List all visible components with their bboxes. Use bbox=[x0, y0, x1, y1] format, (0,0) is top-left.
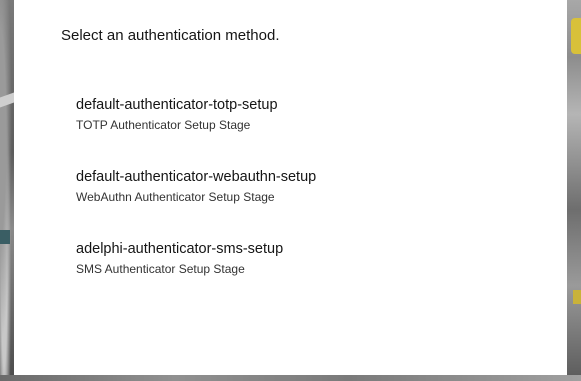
method-description: SMS Authenticator Setup Stage bbox=[76, 262, 245, 276]
method-description: WebAuthn Authenticator Setup Stage bbox=[76, 190, 275, 204]
background-pipe-highlight bbox=[0, 92, 14, 108]
method-option-totp[interactable]: default-authenticator-totp-setup TOTP Au… bbox=[76, 96, 536, 168]
background-image-right bbox=[567, 0, 581, 381]
authentication-method-dialog: Select an authentication method. default… bbox=[14, 0, 567, 375]
background-yellow-accent bbox=[571, 18, 581, 54]
background-image-bottom bbox=[0, 375, 581, 381]
method-name: default-authenticator-webauthn-setup bbox=[76, 169, 317, 185]
method-description: TOTP Authenticator Setup Stage bbox=[76, 118, 251, 132]
authentication-method-list: default-authenticator-totp-setup TOTP Au… bbox=[76, 96, 536, 312]
method-name: adelphi-authenticator-sms-setup bbox=[76, 241, 284, 257]
dialog-title: Select an authentication method. bbox=[61, 27, 280, 44]
method-name: default-authenticator-totp-setup bbox=[76, 97, 278, 113]
background-pipe-accent bbox=[0, 230, 10, 244]
background-yellow-accent-lower bbox=[573, 290, 581, 304]
background-image-left bbox=[0, 0, 14, 381]
method-option-sms[interactable]: adelphi-authenticator-sms-setup SMS Auth… bbox=[76, 240, 536, 312]
method-option-webauthn[interactable]: default-authenticator-webauthn-setup Web… bbox=[76, 168, 536, 240]
